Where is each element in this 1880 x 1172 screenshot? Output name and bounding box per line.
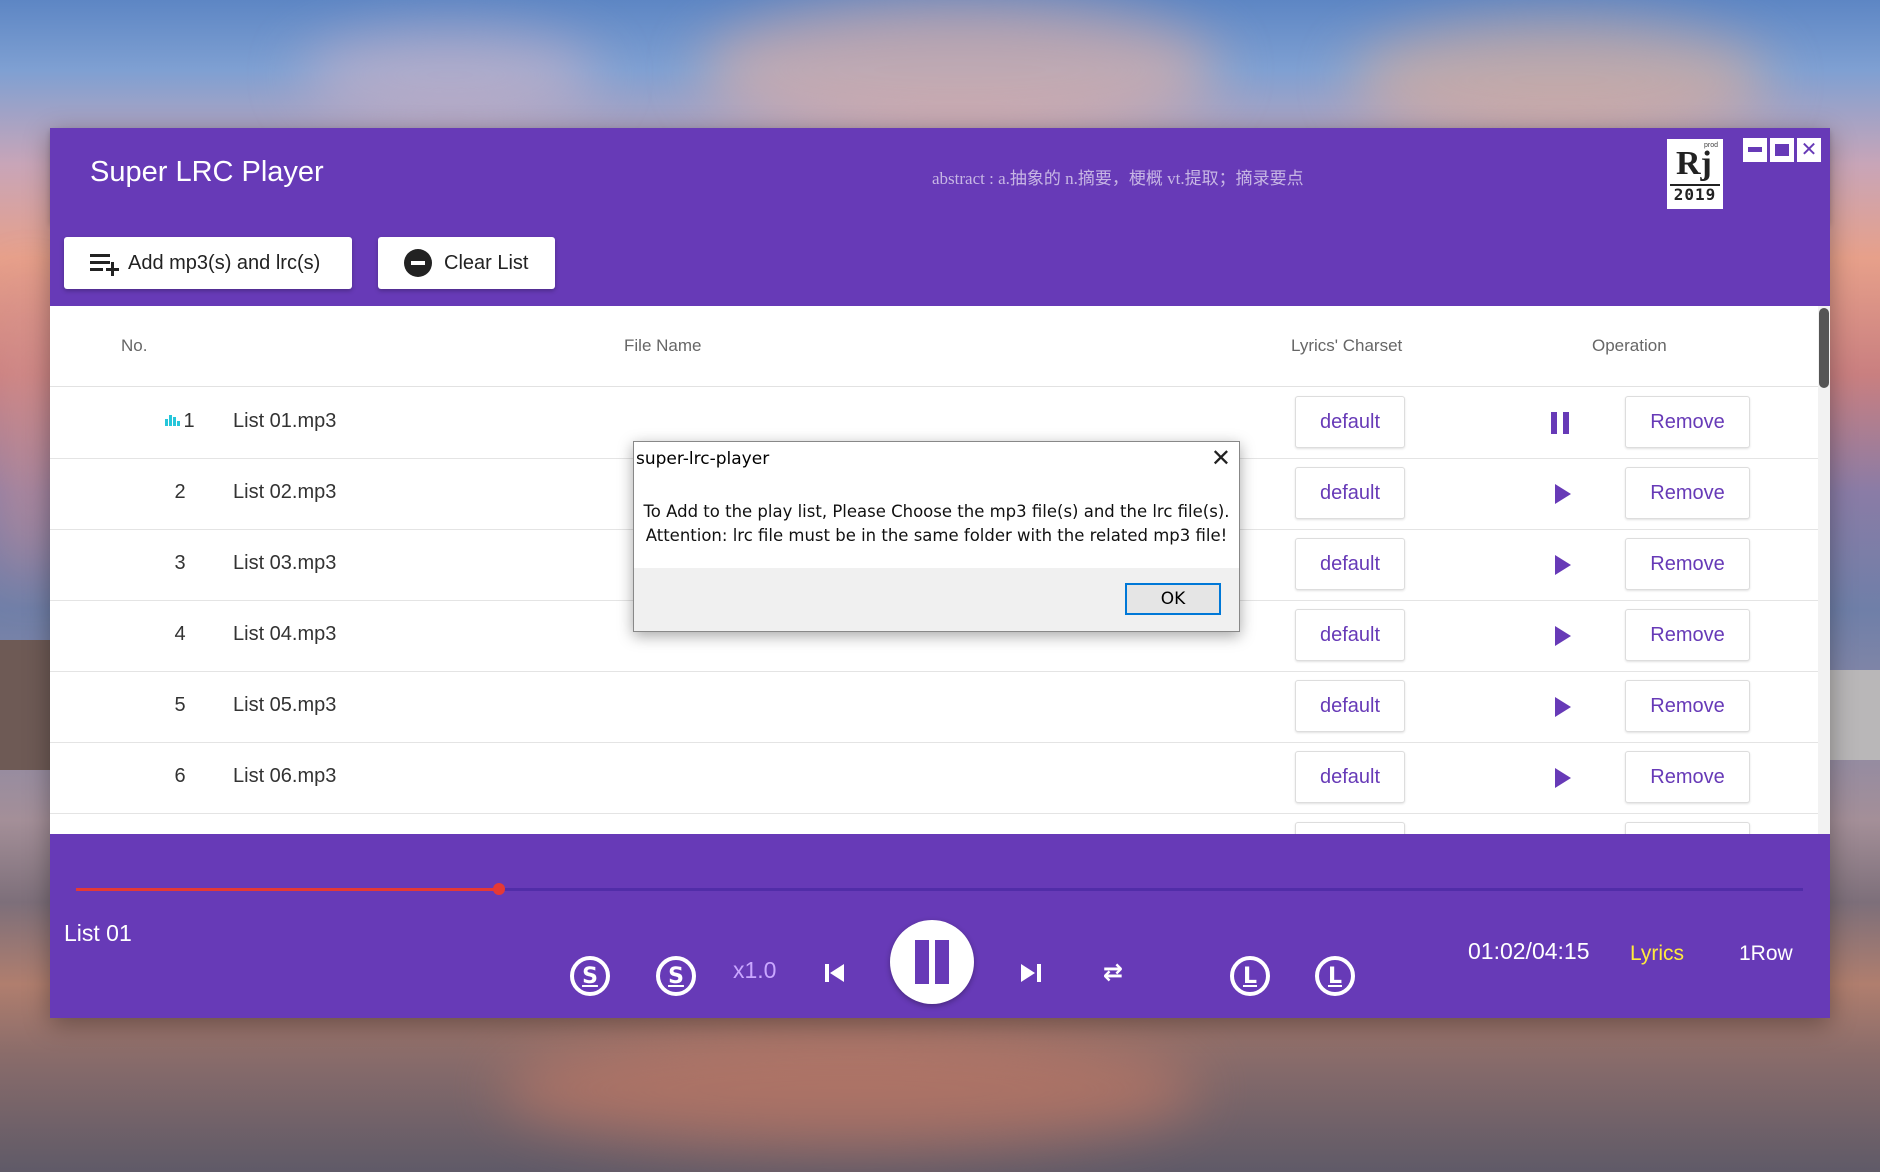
lyric-back-icon[interactable]: L [1230, 956, 1270, 996]
table-row-partial [50, 813, 1820, 834]
pause-button[interactable] [890, 920, 974, 1004]
charset-button[interactable]: default [1295, 396, 1405, 448]
now-playing-title: List 01 [64, 920, 132, 946]
dialog-close-icon[interactable]: ✕ [1211, 444, 1231, 472]
seek-back-glyph: S [582, 963, 598, 989]
row-file-name: List 04.mp3 [233, 623, 337, 645]
logo-year: 2019 [1670, 184, 1720, 206]
remove-button[interactable]: Remove [1625, 751, 1750, 803]
charset-button[interactable]: default [1295, 467, 1405, 519]
background-buildings [0, 640, 50, 770]
charset-button[interactable]: default [1295, 680, 1405, 732]
progress-slider[interactable] [76, 883, 1803, 895]
charset-button-partial [1295, 822, 1405, 834]
playback-time: 01:02/04:15 [1468, 938, 1590, 964]
header-file-name: File Name [624, 336, 702, 355]
logo-mark: Rj [1676, 145, 1712, 182]
minimize-icon[interactable] [1743, 138, 1767, 162]
skip-next-icon[interactable] [1019, 962, 1041, 984]
playback-speed[interactable]: x1.0 [733, 957, 776, 984]
seek-back-icon[interactable]: S [570, 956, 610, 996]
row-number: 3 [174, 552, 186, 574]
title-bar[interactable]: Super LRC Player abstract : a.抽象的 n.摘要，梗… [50, 128, 1830, 222]
background-buildings [1830, 670, 1880, 760]
dialog-message: To Add to the play list, Please Choose t… [634, 500, 1239, 548]
dialog-message-line: Attention: lrc file must be in the same … [645, 526, 1228, 545]
table-row[interactable]: 5 List 05.mp3 default Remove [50, 671, 1820, 743]
maximize-icon[interactable] [1770, 138, 1794, 162]
background-cloud [700, 0, 1220, 140]
now-playing-icon [165, 414, 181, 426]
row-number: 1 [140, 410, 220, 433]
progress-fill [76, 888, 500, 891]
logo-tag: prod [1703, 142, 1718, 149]
rj-logo: Rj prod 2019 [1667, 139, 1723, 209]
scrollbar-thumb[interactable] [1819, 308, 1829, 388]
skip-previous-icon[interactable] [825, 962, 847, 984]
row-number: 2 [174, 481, 186, 503]
remove-button[interactable]: Remove [1625, 609, 1750, 661]
clear-list-button[interactable]: Clear List [378, 237, 555, 289]
message-dialog: super-lrc-player ✕ To Add to the play li… [633, 441, 1240, 632]
app-title: Super LRC Player [90, 156, 324, 188]
background-cloud [1350, 20, 1770, 140]
row-number-value: 1 [183, 410, 195, 432]
row-file-name: List 06.mp3 [233, 765, 337, 787]
lyrics-marquee: abstract : a.抽象的 n.摘要，梗概 vt.提取；摘录要点 [932, 169, 1304, 188]
pause-icon[interactable] [1550, 412, 1570, 434]
player-bar: List 01 S S x1.0 ⇄ L L 01:02/04:15 Lyric… [50, 834, 1830, 1018]
list-scrollbar[interactable] [1818, 306, 1830, 834]
dialog-message-line: To Add to the play list, Please Choose t… [643, 502, 1230, 521]
play-icon[interactable] [1555, 768, 1571, 788]
clear-list-label: Clear List [444, 251, 529, 274]
remove-button[interactable]: Remove [1625, 467, 1750, 519]
playlist-add-icon [90, 252, 120, 276]
lyric-back-glyph: L [1242, 963, 1258, 989]
table-header: No. File Name Lyrics' Charset Operation [50, 306, 1820, 387]
row-number: 6 [174, 765, 186, 787]
play-icon[interactable] [1555, 626, 1571, 646]
row-file-name: List 02.mp3 [233, 481, 337, 503]
header-charset: Lyrics' Charset [1291, 336, 1403, 355]
row-file-name: List 03.mp3 [233, 552, 337, 574]
charset-button[interactable]: default [1295, 538, 1405, 590]
lyric-forward-icon[interactable]: L [1315, 956, 1355, 996]
repeat-icon[interactable]: ⇄ [1103, 958, 1123, 987]
lyrics-toggle[interactable]: Lyrics [1630, 942, 1684, 966]
remove-button[interactable]: Remove [1625, 680, 1750, 732]
dialog-title: super-lrc-player [636, 449, 770, 469]
row-file-name: List 01.mp3 [233, 410, 337, 432]
remove-button[interactable]: Remove [1625, 396, 1750, 448]
remove-button[interactable]: Remove [1625, 538, 1750, 590]
row-number: 4 [174, 623, 186, 645]
remove-circle-icon [404, 249, 432, 277]
seek-forward-icon[interactable]: S [656, 956, 696, 996]
toolbar: Add mp3(s) and lrc(s) Clear List [50, 222, 1830, 306]
window-close-icon[interactable]: ✕ [1797, 138, 1821, 162]
add-files-label: Add mp3(s) and lrc(s) [128, 251, 321, 274]
add-files-button[interactable]: Add mp3(s) and lrc(s) [64, 237, 352, 289]
lyric-rows-toggle[interactable]: 1Row [1739, 942, 1793, 966]
charset-button[interactable]: default [1295, 751, 1405, 803]
header-no: No. [121, 336, 148, 355]
charset-button[interactable]: default [1295, 609, 1405, 661]
ok-button[interactable]: OK [1125, 583, 1221, 615]
row-file-name: List 05.mp3 [233, 694, 337, 716]
lyric-forward-glyph: L [1327, 963, 1343, 989]
progress-handle[interactable] [493, 883, 506, 895]
background-cloud [300, 30, 600, 120]
play-icon[interactable] [1555, 555, 1571, 575]
play-icon[interactable] [1555, 484, 1571, 504]
row-number: 5 [174, 694, 186, 716]
remove-button-partial [1625, 822, 1750, 834]
table-row[interactable]: 6 List 06.mp3 default Remove [50, 742, 1820, 814]
background-reflection [500, 1030, 1200, 1150]
seek-forward-glyph: S [668, 963, 684, 989]
header-operation: Operation [1592, 336, 1667, 355]
play-icon[interactable] [1555, 697, 1571, 717]
